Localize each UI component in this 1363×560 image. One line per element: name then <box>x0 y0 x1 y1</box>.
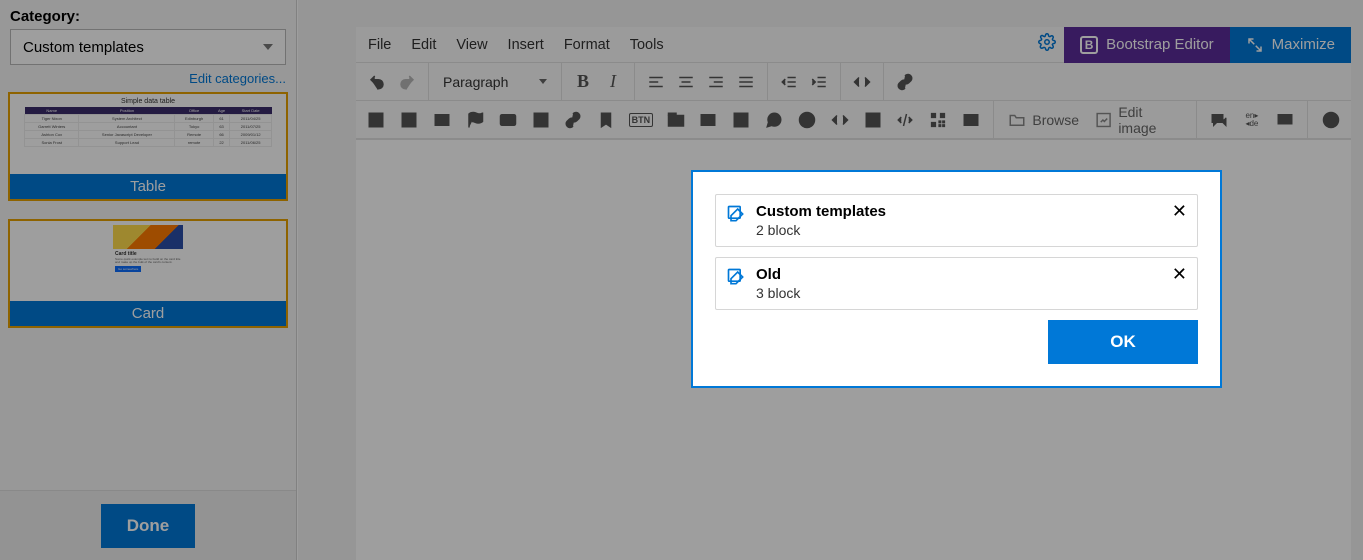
category-row[interactable]: Custom templates 2 block ✕ <box>715 194 1198 247</box>
category-row[interactable]: Old 3 block ✕ <box>715 257 1198 310</box>
edit-icon <box>726 204 746 229</box>
category-title: Custom templates <box>756 203 886 220</box>
delete-category-icon[interactable]: ✕ <box>1172 264 1187 285</box>
ok-button[interactable]: OK <box>1048 320 1198 364</box>
category-title: Old <box>756 266 800 283</box>
edit-icon <box>726 267 746 292</box>
category-sub: 3 block <box>756 285 800 301</box>
categories-modal: Custom templates 2 block ✕ Old 3 block ✕… <box>691 170 1222 388</box>
category-sub: 2 block <box>756 222 886 238</box>
delete-category-icon[interactable]: ✕ <box>1172 201 1187 222</box>
